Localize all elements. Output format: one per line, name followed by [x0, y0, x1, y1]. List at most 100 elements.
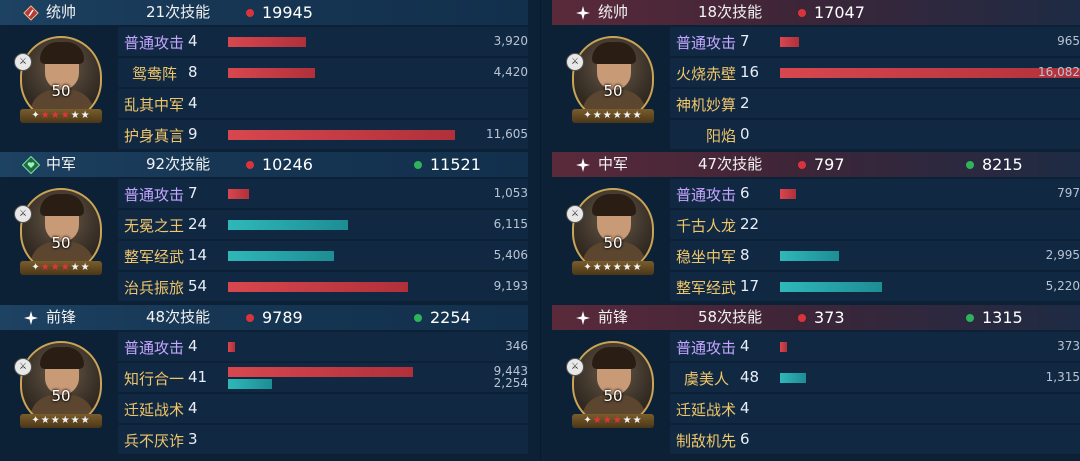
- damage-bar: [228, 367, 413, 377]
- role-label: 前锋: [598, 308, 629, 326]
- portrait-area: ⚔ ✦★★★★★ 50: [0, 330, 118, 457]
- general-header: 中军 92次技能 10246 11521: [0, 152, 528, 177]
- skill-row[interactable]: 普通攻击 6 797: [670, 179, 1080, 208]
- sparkle-icon: [574, 156, 592, 174]
- star-icon: ★: [612, 262, 623, 273]
- skill-row[interactable]: 普通攻击 4 373: [670, 332, 1080, 361]
- skill-row[interactable]: 知行合一 41 9,443 2,254: [118, 363, 528, 392]
- heal-bar: [780, 251, 839, 261]
- damage-dot-icon: [798, 161, 806, 169]
- skill-count-label: 21次技能: [146, 3, 211, 21]
- troop-type-icon: ⚔: [566, 205, 584, 223]
- skill-use-count: 22: [740, 215, 760, 233]
- skill-row[interactable]: 虞美人 48 1,315: [670, 363, 1080, 392]
- skill-row[interactable]: 整军经武 17 5,220: [670, 272, 1080, 301]
- star-rating: ✦★★★★★: [572, 414, 654, 428]
- skill-use-count: 6: [740, 184, 750, 202]
- skill-damage-value: 2,995: [1045, 248, 1080, 262]
- skill-name: 普通攻击: [124, 339, 185, 357]
- sparkle-icon: [22, 309, 40, 327]
- star-icon: ★: [602, 262, 613, 273]
- heal-bar: [780, 282, 882, 292]
- skill-damage-value: 5,220: [1045, 279, 1080, 293]
- skill-use-count: 17: [740, 277, 760, 295]
- skill-row[interactable]: 阳焰 0: [670, 120, 1080, 149]
- skill-use-count: 8: [740, 246, 750, 264]
- skill-name: 火烧赤壁: [676, 65, 737, 83]
- damage-total: 9789: [262, 308, 303, 327]
- skill-row[interactable]: 治兵振旅 54 9,193: [118, 272, 528, 301]
- skill-rows: 普通攻击 4 346 知行合一 41 9,443 2,254 迁延战术 4 兵不厌诈 3: [118, 330, 528, 457]
- skill-row[interactable]: 制敌机先 6: [670, 425, 1080, 454]
- skill-use-count: 2: [740, 94, 750, 112]
- skill-damage-value: 5,406: [493, 248, 528, 262]
- star-rating: ✦★★★★★: [20, 414, 102, 428]
- skill-row[interactable]: 普通攻击 7 1,053: [118, 179, 528, 208]
- skill-name: 知行合一: [124, 370, 185, 388]
- skill-damage-value: 1,315: [1045, 370, 1080, 384]
- star-icon: ★: [612, 110, 623, 121]
- skill-name: 整军经武: [676, 279, 737, 297]
- skill-row[interactable]: 整军经武 14 5,406: [118, 241, 528, 270]
- skill-row[interactable]: 普通攻击 7 965: [670, 27, 1080, 56]
- role-label: 中军: [46, 155, 77, 173]
- skill-row[interactable]: 火烧赤壁 16 16,082: [670, 58, 1080, 87]
- star-icon: ★: [602, 110, 613, 121]
- skill-row[interactable]: 千古人龙 22: [670, 210, 1080, 239]
- star-icon: ★: [40, 110, 51, 121]
- general-header: 前锋 58次技能 373 1315: [552, 305, 1080, 330]
- skill-damage-value: 6,115: [493, 217, 528, 231]
- skill-row[interactable]: 普通攻击 4 3,920: [118, 27, 528, 56]
- skill-use-count: 3: [188, 430, 198, 448]
- skill-row[interactable]: 普通攻击 4 346: [118, 332, 528, 361]
- portrait-hair: [592, 194, 636, 216]
- skill-row[interactable]: 兵不厌诈 3: [118, 425, 528, 454]
- skill-damage-value: 797: [1057, 186, 1080, 200]
- heal-total: 1315: [982, 308, 1023, 327]
- panel-divider: [540, 0, 541, 461]
- skill-row[interactable]: 迁延战术 4: [670, 394, 1080, 423]
- skill-row[interactable]: 迁延战术 4: [118, 394, 528, 423]
- skill-use-count: 4: [188, 399, 198, 417]
- heal-dot-icon: [414, 314, 422, 322]
- damage-bar: [228, 130, 455, 140]
- skill-damage-value: 16,082: [1038, 65, 1080, 79]
- skill-name: 迁延战术: [676, 401, 737, 419]
- damage-total: 17047: [814, 3, 865, 22]
- level-label: 50: [603, 387, 623, 405]
- star-icon: ★: [70, 110, 81, 121]
- damage-dot-icon: [798, 9, 806, 17]
- skill-rows: 普通攻击 7 965 火烧赤壁 16 16,082 神机妙算 2 阳焰 0: [670, 25, 1080, 152]
- skill-name: 兵不厌诈: [124, 432, 185, 450]
- star-icon: ★: [592, 110, 603, 121]
- role-label: 统帅: [46, 3, 77, 21]
- star-icon: ★: [592, 262, 603, 273]
- portrait-area: ⚔ ✦★★★★★ 50: [552, 177, 670, 304]
- damage-dot-icon: [246, 9, 254, 17]
- skill-count-label: 92次技能: [146, 155, 211, 173]
- skill-name: 普通攻击: [124, 186, 185, 204]
- skill-row[interactable]: 护身真言 9 11,605: [118, 120, 528, 149]
- damage-total: 19945: [262, 3, 313, 22]
- heal-bar: [228, 379, 273, 389]
- skill-row[interactable]: 鸳鸯阵 8 4,420: [118, 58, 528, 87]
- team-left-panel: 统帅 21次技能 19945 ⚔ ✦★★★★★ 50 普通攻击 4 3,920 鸳鸯阵 8 4,420…: [0, 0, 528, 461]
- troop-type-icon: ⚔: [566, 53, 584, 71]
- skill-use-count: 7: [188, 184, 198, 202]
- skill-row[interactable]: 神机妙算 2: [670, 89, 1080, 118]
- skill-row[interactable]: 稳坐中军 8 2,995: [670, 241, 1080, 270]
- star-icon: ★: [60, 110, 71, 121]
- skill-name: 制敌机先: [676, 432, 737, 450]
- damage-bar: [228, 37, 307, 47]
- star-icon: ★: [80, 415, 91, 426]
- skill-damage-value: 4,420: [493, 65, 528, 79]
- star-icon: ★: [592, 415, 603, 426]
- heal-dot-icon: [966, 314, 974, 322]
- skill-use-count: 7: [740, 32, 750, 50]
- skill-damage-value: 965: [1057, 34, 1080, 48]
- heal-dot-icon: [414, 161, 422, 169]
- skill-row[interactable]: 无冕之王 24 6,115: [118, 210, 528, 239]
- level-label: 50: [51, 387, 71, 405]
- star-icon: ★: [622, 415, 633, 426]
- skill-row[interactable]: 乱其中军 4: [118, 89, 528, 118]
